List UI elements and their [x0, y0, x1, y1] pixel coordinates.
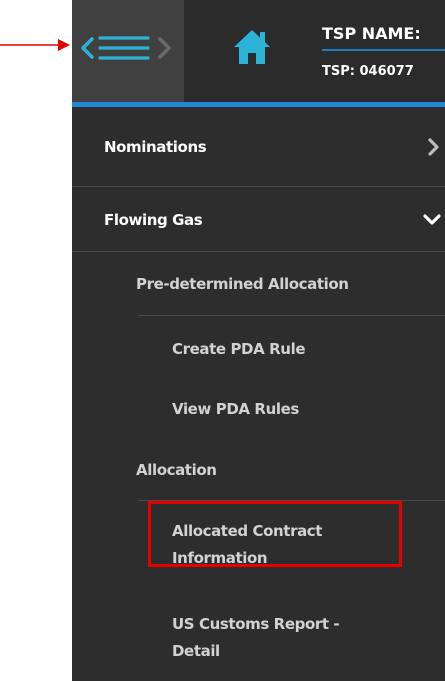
screenshot-page: TSP NAME: TSP: 046077 Nominations Flowin…	[0, 0, 445, 681]
nav-item-label: Allocation	[136, 461, 217, 479]
chevron-down-icon	[423, 214, 441, 225]
menu-toggle-button[interactable]	[72, 0, 184, 102]
nav-item-create-pda-rule[interactable]: Create PDA Rule	[72, 316, 445, 376]
nav-item-pre-determined-allocation[interactable]: Pre-determined Allocation	[72, 252, 445, 314]
nav-item-label: View PDA Rules	[172, 400, 299, 418]
tsp-name-underline	[322, 49, 445, 51]
nav-item-label: Nominations	[104, 138, 207, 156]
nav-item-label: Pre-determined Allocation	[136, 275, 349, 293]
nav-item-nominations[interactable]: Nominations	[72, 107, 445, 186]
red-arrow-icon	[0, 39, 70, 51]
side-navigation-panel: TSP NAME: TSP: 046077 Nominations Flowin…	[72, 0, 445, 681]
nav-item-us-customs-report-detail[interactable]: US Customs Report - Detail	[72, 601, 445, 681]
home-icon[interactable]	[232, 26, 272, 66]
nav-item-label: Flowing Gas	[104, 211, 203, 229]
nav-item-view-pda-rules[interactable]: View PDA Rules	[72, 377, 445, 437]
hamburger-collapse-icon	[81, 36, 171, 60]
nav-item-label: Create PDA Rule	[172, 340, 306, 358]
nav-item-label-line2: Detail	[172, 642, 220, 660]
nav-item-label-line1: US Customs Report -	[172, 615, 340, 633]
tsp-id-label: TSP: 046077	[322, 64, 414, 79]
nav-item-flowing-gas[interactable]: Flowing Gas	[72, 187, 445, 251]
top-bar: TSP NAME: TSP: 046077	[72, 0, 445, 102]
chevron-right-icon	[428, 138, 439, 156]
nav-item-allocation[interactable]: Allocation	[72, 438, 445, 500]
tsp-name-label: TSP NAME:	[322, 24, 421, 43]
highlight-box	[148, 501, 402, 567]
